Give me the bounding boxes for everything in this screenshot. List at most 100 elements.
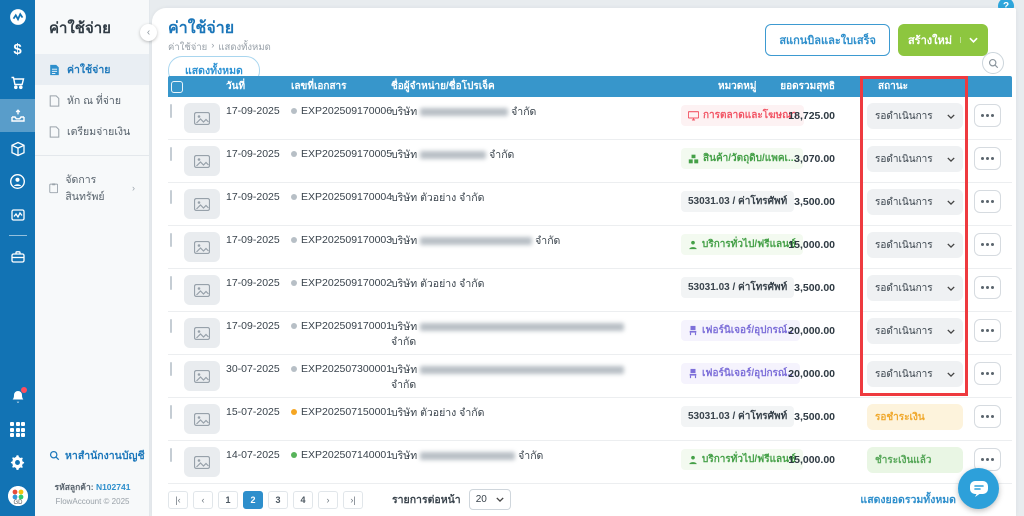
purchases-cart-icon[interactable] — [0, 66, 35, 99]
notifications-bell-icon[interactable] — [0, 380, 35, 413]
status-dropdown[interactable]: รอดำเนินการ — [867, 232, 963, 258]
row-checkbox[interactable] — [170, 147, 172, 161]
boxes-icon — [688, 154, 699, 163]
vendor-name: บริษัท จำกัด — [391, 320, 681, 350]
more-actions-button[interactable] — [974, 233, 1001, 256]
notification-dot — [21, 387, 27, 393]
receipt-thumbnail[interactable] — [184, 447, 220, 477]
chevron-down-icon — [947, 197, 955, 208]
amount: 15,000.00 — [788, 239, 835, 251]
reports-icon[interactable] — [0, 198, 35, 231]
status-dot — [291, 108, 297, 114]
receipt-thumbnail[interactable] — [184, 404, 220, 434]
doc-number[interactable]: EXP202509170004 — [301, 191, 392, 203]
doc-number[interactable]: EXP202509170006 — [301, 105, 392, 117]
row-checkbox[interactable] — [170, 319, 172, 333]
breadcrumb-current: แสดงทั้งหมด — [218, 42, 271, 53]
doc-number[interactable]: EXP202507140001 — [301, 449, 392, 461]
products-box-icon[interactable] — [0, 132, 35, 165]
more-actions-button[interactable] — [974, 276, 1001, 299]
status-dropdown[interactable]: รอดำเนินการ — [867, 103, 963, 129]
create-new-button[interactable]: สร้างใหม่ — [897, 24, 988, 56]
redacted-text — [420, 151, 487, 160]
document-icon — [49, 125, 60, 138]
sidebar-item-asset-management[interactable]: จัดการสินทรัพย์ › — [35, 164, 149, 212]
receipt-thumbnail[interactable] — [184, 232, 220, 262]
doc-number[interactable]: EXP202507300001 — [301, 363, 392, 375]
row-checkbox[interactable] — [170, 276, 172, 290]
rd-go-logo-icon[interactable]: GD — [0, 479, 35, 512]
more-actions-button[interactable] — [974, 319, 1001, 342]
doc-number[interactable]: EXP202509170005 — [301, 148, 392, 160]
breadcrumb-root[interactable]: ค่าใช้จ่าย — [168, 40, 207, 55]
more-actions-button[interactable] — [974, 405, 1001, 428]
pagination-page-2-active[interactable]: 2 — [243, 490, 263, 509]
receipt-thumbnail[interactable] — [184, 189, 220, 219]
status-dropdown[interactable]: รอดำเนินการ — [867, 361, 963, 387]
receipt-thumbnail[interactable] — [184, 146, 220, 176]
pagination-page-3[interactable]: 3 — [268, 490, 288, 509]
chat-support-button[interactable] — [958, 468, 999, 509]
status-dropdown[interactable]: รอดำเนินการ — [867, 189, 963, 215]
pagination-page-4[interactable]: 4 — [293, 490, 313, 509]
col-status: สถานะ — [878, 81, 908, 92]
doc-number[interactable]: EXP202509170003 — [301, 234, 392, 246]
row-checkbox[interactable] — [170, 190, 172, 204]
show-totals-link[interactable]: แสดงยอดรวมทั้งหมด — [860, 491, 956, 508]
scan-bill-button[interactable]: สแกนบิลและใบเสร็จ — [765, 24, 890, 56]
more-actions-button[interactable] — [974, 362, 1001, 385]
apps-grid-icon[interactable] — [0, 413, 35, 446]
doc-number[interactable]: EXP202509170001 — [301, 320, 392, 332]
receipt-thumbnail[interactable] — [184, 361, 220, 391]
per-page-select[interactable]: 20 — [468, 489, 511, 510]
row-checkbox[interactable] — [170, 362, 172, 376]
sidebar-item-expenses[interactable]: ค่าใช้จ่าย — [35, 54, 149, 85]
table-row: 17-09-2025 EXP202509170003 บริษัท จำกัด บ… — [168, 226, 1012, 269]
doc-number[interactable]: EXP202507150001 — [301, 406, 392, 418]
flowaccount-logo-icon[interactable] — [0, 0, 35, 33]
customer-code: รหัสลูกค้า: N102741 — [54, 482, 131, 492]
receipt-thumbnail[interactable] — [184, 103, 220, 133]
sidebar-item-withholding[interactable]: หัก ณ ที่จ่าย — [35, 85, 149, 116]
row-checkbox[interactable] — [170, 104, 172, 118]
pagination-next-button[interactable]: › — [318, 490, 338, 509]
receipt-thumbnail[interactable] — [184, 318, 220, 348]
settings-gear-icon[interactable] — [0, 446, 35, 479]
amount: 3,070.00 — [794, 153, 835, 165]
vendor-name: บริษัท ตัวอย่าง จำกัด — [391, 278, 485, 290]
expenses-icon[interactable] — [0, 99, 35, 132]
status-dropdown[interactable]: รอดำเนินการ — [867, 318, 963, 344]
pagination-prev-button[interactable]: ‹ — [193, 490, 213, 509]
col-date: วันที่ — [226, 81, 246, 92]
status-dropdown[interactable]: รอดำเนินการ — [867, 146, 963, 172]
more-actions-button[interactable] — [974, 104, 1001, 127]
sidebar-item-prepare-payment[interactable]: เตรียมจ่ายเงิน — [35, 116, 149, 147]
category-badge: บริการทั่วไป/ฟรีแลนซ์ — [681, 449, 803, 470]
pagination-page-1[interactable]: 1 — [218, 490, 238, 509]
select-all-checkbox[interactable] — [171, 80, 183, 93]
redacted-text — [420, 323, 625, 332]
vendor-name: บริษัท ตัวอย่าง จำกัด — [391, 192, 485, 204]
row-checkbox[interactable] — [170, 405, 172, 419]
find-accountant-link[interactable]: หาสำนักงานบัญชี — [35, 447, 150, 464]
sidebar-collapse-button[interactable]: ‹ — [140, 24, 157, 41]
payroll-briefcase-icon[interactable] — [0, 240, 35, 273]
receipt-thumbnail[interactable] — [184, 275, 220, 305]
category-badge: บริการทั่วไป/ฟรีแลนซ์ — [681, 234, 803, 255]
category-badge: 53031.03 / ค่าโทรศัพท์ — [681, 191, 795, 212]
clipboard-icon — [49, 183, 59, 194]
row-checkbox[interactable] — [170, 448, 172, 462]
more-actions-button[interactable] — [974, 190, 1001, 213]
search-button[interactable] — [982, 52, 1004, 74]
status-dropdown[interactable]: รอดำเนินการ — [867, 275, 963, 301]
category-badge: เฟอร์นิเจอร์/อุปกรณ์.. — [681, 320, 800, 341]
pagination-first-button[interactable]: |‹ — [168, 490, 188, 509]
sales-icon[interactable]: $ — [0, 33, 35, 66]
doc-number[interactable]: EXP202509170002 — [301, 277, 392, 289]
row-checkbox[interactable] — [170, 233, 172, 247]
more-actions-button[interactable] — [974, 147, 1001, 170]
vendor-name: บริษัท จำกัด — [391, 235, 561, 247]
contacts-icon[interactable] — [0, 165, 35, 198]
pagination-last-button[interactable]: ›| — [343, 490, 363, 509]
nav-sidebar: ค่าใช้จ่าย ค่าใช้จ่าย หัก ณ ที่จ่าย เตรี… — [35, 0, 150, 516]
